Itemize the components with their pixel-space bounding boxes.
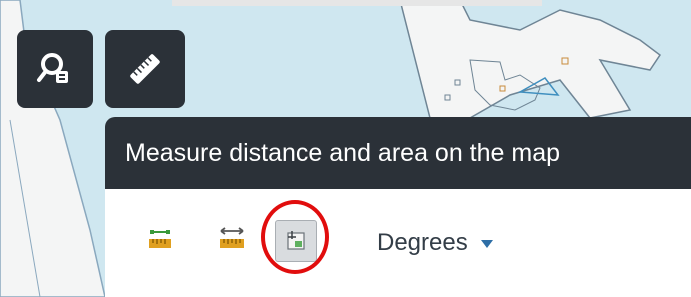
top-bar-overlay	[172, 0, 542, 6]
ruler-icon	[130, 54, 160, 84]
unit-select[interactable]: Degrees	[377, 229, 494, 257]
measure-button[interactable]	[105, 30, 185, 108]
measure-panel: Degrees	[105, 189, 691, 297]
measure-area-icon	[220, 227, 244, 248]
unit-select-value: Degrees	[377, 229, 468, 256]
measure-tooltip: Measure distance and area on the map	[105, 117, 691, 189]
highlight-circle	[261, 200, 329, 274]
caret-down-icon	[480, 240, 493, 248]
measure-distance-icon	[149, 230, 171, 248]
measure-distance-button[interactable]	[143, 222, 177, 256]
zoom-to-location-button[interactable]	[17, 30, 93, 108]
tooltip-text: Measure distance and area on the map	[125, 139, 560, 167]
measure-area-button[interactable]	[215, 222, 249, 256]
zoom-to-location-icon	[37, 53, 68, 83]
